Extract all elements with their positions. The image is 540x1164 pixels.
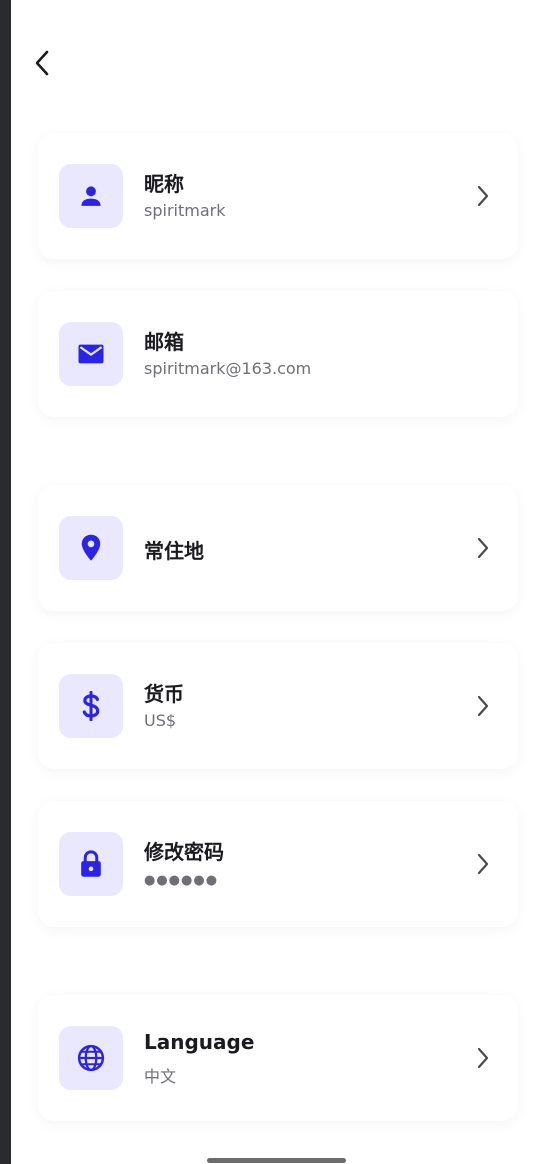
password-icon-box (59, 832, 123, 896)
email-icon-box (59, 322, 123, 386)
back-arrow-icon (35, 50, 49, 76)
setting-title: 昵称 (144, 172, 184, 196)
setting-title: 货币 (144, 682, 184, 706)
location-pin-icon (81, 534, 101, 561)
setting-title: 邮箱 (144, 330, 184, 354)
chevron-right-icon (474, 693, 492, 719)
setting-row-language[interactable]: Language 中文 (38, 995, 518, 1121)
chevron-right-icon (474, 183, 492, 209)
setting-row-residence[interactable]: 常住地 (38, 485, 518, 611)
setting-value: spiritmark (144, 201, 226, 220)
setting-row-password[interactable]: 修改密码 ●●●●●● (38, 801, 518, 927)
setting-value: spiritmark@163.com (144, 359, 312, 378)
nickname-icon-box (59, 164, 123, 228)
home-indicator[interactable] (207, 1158, 346, 1163)
chevron-right-icon (474, 535, 492, 561)
user-icon (81, 186, 101, 206)
setting-value: US$ (144, 711, 177, 730)
lock-icon (81, 850, 101, 877)
setting-title: 常住地 (144, 539, 204, 563)
currency-icon-box (59, 674, 123, 738)
residence-icon-box (59, 516, 123, 580)
dollar-icon (82, 691, 100, 721)
chevron-right-icon (474, 1045, 492, 1071)
setting-row-email: 邮箱 spiritmark@163.com (38, 291, 518, 417)
setting-row-currency[interactable]: 货币 US$ (38, 643, 518, 769)
setting-title: Language (144, 1030, 255, 1054)
setting-value: ●●●●●● (144, 873, 219, 888)
left-edge-strip (0, 0, 11, 1164)
language-icon-box (59, 1026, 123, 1090)
chevron-right-icon (474, 851, 492, 877)
setting-value: 中文 (144, 1067, 177, 1086)
globe-icon (77, 1044, 105, 1072)
setting-row-nickname[interactable]: 昵称 spiritmark (38, 133, 518, 259)
back-button[interactable] (24, 44, 60, 82)
mail-icon (78, 344, 104, 364)
setting-title: 修改密码 (144, 840, 224, 864)
